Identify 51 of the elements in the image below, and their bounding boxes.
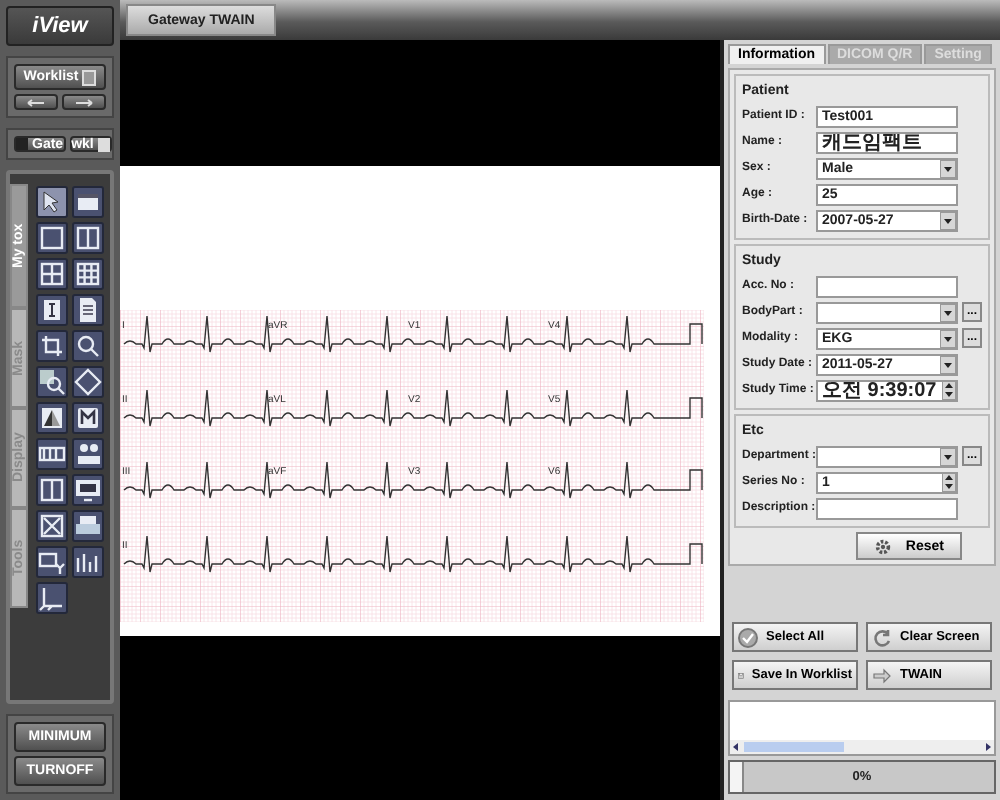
monitor-icon[interactable] xyxy=(72,474,104,506)
document-icon xyxy=(97,137,110,151)
bar-chart-icon[interactable] xyxy=(72,546,104,578)
dropdown-arrow-icon[interactable] xyxy=(940,159,956,177)
window-icon[interactable] xyxy=(72,186,104,218)
app-logo: iView xyxy=(6,6,114,46)
pointer-icon[interactable] xyxy=(36,186,68,218)
square-icon xyxy=(82,69,97,85)
crop-icon[interactable] xyxy=(36,330,68,362)
magnifier-icon[interactable] xyxy=(72,330,104,362)
y-chart-icon[interactable] xyxy=(36,546,68,578)
right-arrow-icon xyxy=(74,97,94,107)
text-field[interactable]: 캐드임팩트 xyxy=(816,131,958,153)
spinner-arrows-icon[interactable] xyxy=(942,473,956,491)
horizontal-scrollbar[interactable] xyxy=(730,740,994,754)
dropdown-field[interactable] xyxy=(816,445,958,467)
columns-icon[interactable] xyxy=(36,474,68,506)
marker-icon[interactable] xyxy=(72,402,104,434)
four-grid-icon[interactable] xyxy=(36,258,68,290)
left-arrow-icon xyxy=(26,97,46,107)
text-cursor-icon[interactable] xyxy=(36,294,68,326)
next-button[interactable] xyxy=(62,94,106,110)
axes-icon[interactable] xyxy=(36,582,68,614)
print-icon[interactable] xyxy=(72,510,104,542)
dropdown-arrow-icon[interactable] xyxy=(940,303,956,321)
refresh-icon xyxy=(872,627,892,647)
zoom-area-icon[interactable] xyxy=(36,366,68,398)
arrow-icon xyxy=(872,665,892,685)
spinner-field[interactable]: 오전 9:39:07 xyxy=(816,379,958,401)
people-icon[interactable] xyxy=(72,438,104,470)
single-frame-icon[interactable] xyxy=(36,222,68,254)
spinner-arrows-icon[interactable] xyxy=(942,381,956,399)
image-icon xyxy=(16,138,28,150)
close-frame-icon[interactable] xyxy=(36,510,68,542)
previous-button[interactable] xyxy=(14,94,58,110)
list-box[interactable] xyxy=(728,700,996,756)
dropdown-arrow-icon[interactable] xyxy=(940,329,956,347)
text-field[interactable] xyxy=(816,275,958,297)
film-strip-icon[interactable] xyxy=(36,438,68,470)
check-circle-icon xyxy=(738,627,758,647)
text-field[interactable] xyxy=(816,497,958,519)
flip-icon[interactable] xyxy=(36,402,68,434)
dropdown-arrow-icon[interactable] xyxy=(940,211,956,229)
nine-grid-icon[interactable] xyxy=(72,258,104,290)
dropdown-arrow-icon[interactable] xyxy=(940,355,956,373)
dropdown-field[interactable] xyxy=(816,301,958,323)
document-icon[interactable] xyxy=(72,294,104,326)
two-frame-icon[interactable] xyxy=(72,222,104,254)
fit-frame-icon[interactable] xyxy=(72,366,104,398)
dropdown-arrow-icon[interactable] xyxy=(940,447,956,465)
gear-icon xyxy=(873,537,892,555)
